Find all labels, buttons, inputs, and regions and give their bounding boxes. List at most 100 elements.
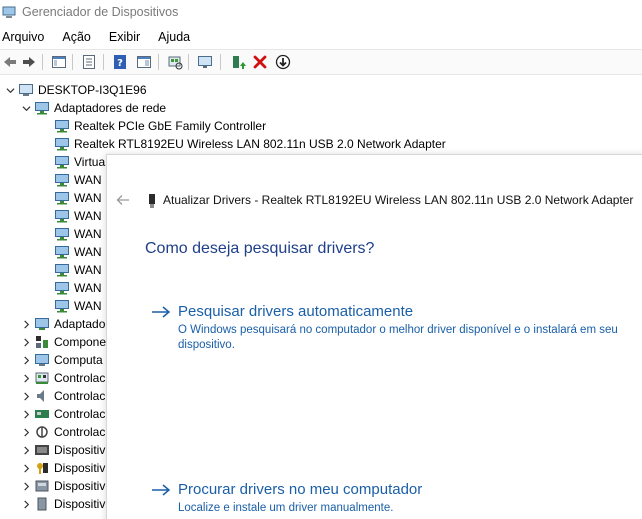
tree-item-network-adapter[interactable]: Realtek RTL8192EU Wireless LAN 802.11n U… [54,135,446,153]
tree-category-label: Dispositiv [54,497,106,511]
display-adapter-icon [34,316,50,332]
menu-arquivo[interactable]: Arquivo [0,27,50,47]
network-adapter-icon [54,226,70,242]
monitor-icon[interactable] [196,53,214,71]
computer-icon [34,352,50,368]
tree-category-label: Controlac [54,389,106,403]
tree-category-label: Controlac [54,407,106,421]
tree-category[interactable]: Computa [20,351,103,369]
chevron-right-icon[interactable] [20,444,32,456]
tree-category[interactable]: Adaptado [20,315,105,333]
tree-item-network-adapter[interactable]: WAN [54,207,102,225]
chevron-right-icon[interactable] [20,408,32,420]
properties-icon[interactable] [80,53,98,71]
tree-item-network-adapter[interactable]: WAN [54,225,102,243]
uninstall-icon[interactable] [251,53,269,71]
sound-controller-icon [34,388,50,404]
right-arrow-icon [152,306,171,318]
tree-category[interactable]: Controlac [20,387,105,405]
controller-card-icon [34,406,50,422]
tree-root[interactable]: DESKTOP-I3Q1E96 [4,81,147,99]
tree-item-label: Virtua [74,155,106,169]
tree-item-label: WAN [74,263,102,277]
chevron-right-icon[interactable] [20,480,32,492]
storage-controller-icon [34,370,50,386]
network-adapter-icon [54,118,70,134]
dialog-heading: Como deseja pesquisar drivers? [145,240,375,257]
tree-item-network-adapter[interactable]: WAN [54,189,102,207]
network-adapter-icon [54,154,70,170]
toolbar-separator [220,54,221,70]
network-adapter-icon [54,190,70,206]
disable-device-icon[interactable] [274,53,292,71]
chevron-right-icon[interactable] [20,390,32,402]
tree-item-network-adapter[interactable]: WAN [54,171,102,189]
network-adapter-icon [54,208,70,224]
tree-item-label: WAN [74,173,102,187]
network-adapter-icon [54,136,70,152]
search-automatically-description: O Windows pesquisará no computador o mel… [178,324,618,351]
device-manager-app-icon [2,6,16,18]
disk-device-icon [34,478,50,494]
tree-item-network-adapter[interactable]: Realtek PCIe GbE Family Controller [54,117,266,135]
menu-acao[interactable]: Ação [60,27,97,47]
tree-category[interactable]: Dispositiv [20,495,105,513]
device-icon [34,496,50,512]
tree-item-label: Realtek PCIe GbE Family Controller [74,119,267,133]
tree-category[interactable]: Controlac [20,369,105,387]
software-component-icon [34,334,50,350]
usb-controller-icon [34,424,50,440]
update-driver-icon[interactable] [229,53,247,71]
browse-computer-label: Procurar drivers no meu computador [178,481,423,498]
toolbar-separator [72,54,73,70]
tree-category[interactable]: Controlac [20,423,105,441]
tree-category[interactable]: Dispositiv [20,477,105,495]
chevron-right-icon[interactable] [20,336,32,348]
chevron-right-icon[interactable] [20,354,32,366]
tree-category[interactable]: Compone [20,333,106,351]
tree-category-label: Dispositiv [54,443,106,457]
tree-category-label: Controlac [54,371,106,385]
chevron-right-icon[interactable] [20,372,32,384]
menu-ajuda[interactable]: Ajuda [156,27,196,47]
chevron-down-icon[interactable] [4,84,16,96]
tree-item-network-adapter[interactable]: WAN [54,261,102,279]
right-arrow-icon [152,484,171,496]
tree-item-label: WAN [74,245,102,259]
tree-category[interactable]: Controlac [20,405,105,423]
tree-item-label: WAN [74,227,102,241]
network-adapter-icon [54,298,70,314]
tree-category-label: Compone [54,335,107,349]
tree-category-label: Adaptadores de rede [54,101,167,115]
back-icon[interactable] [1,53,19,71]
chevron-down-icon[interactable] [20,102,32,114]
back-arrow-icon[interactable] [115,193,131,207]
network-adapter-icon [34,100,50,116]
help-icon[interactable]: ? [111,53,129,71]
tree-item-network-adapter[interactable]: WAN [54,243,102,261]
toolbar-separator [42,54,43,70]
toolbar-separator [158,54,159,70]
chevron-right-icon[interactable] [20,426,32,438]
tree-category-label: Dispositiv [54,461,106,475]
tree-item-label: Realtek RTL8192EU Wireless LAN 802.11n U… [74,137,446,151]
action-pane-icon[interactable] [135,53,153,71]
chevron-right-icon[interactable] [20,498,32,510]
computer-icon [18,82,34,98]
tree-category[interactable]: Dispositiv [20,459,105,477]
scan-hardware-icon[interactable] [166,53,184,71]
tree-root-label: DESKTOP-I3Q1E96 [38,83,147,97]
tree-item-label: WAN [74,209,102,223]
tree-item-label: WAN [74,281,102,295]
menu-exibir[interactable]: Exibir [107,27,146,47]
system-device-icon [34,442,50,458]
tree-item-network-adapter[interactable]: WAN [54,297,102,315]
show-hide-console-tree-icon[interactable] [50,53,68,71]
tree-item-network-adapter[interactable]: WAN [54,279,102,297]
tree-item-network-adapter[interactable]: Virtua [54,153,105,171]
tree-category[interactable]: Dispositiv [20,441,105,459]
chevron-right-icon[interactable] [20,462,32,474]
tree-category-network-adapters[interactable]: Adaptadores de rede [20,99,166,117]
chevron-right-icon[interactable] [20,318,32,330]
forward-icon[interactable] [20,53,38,71]
